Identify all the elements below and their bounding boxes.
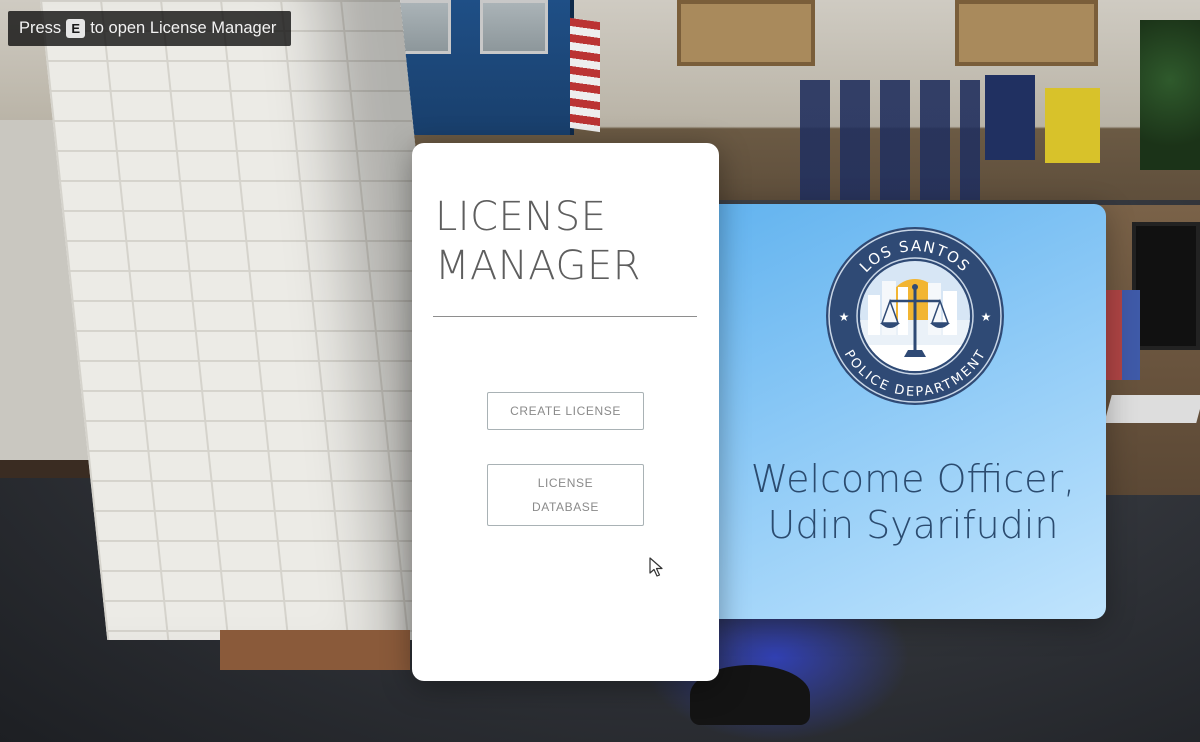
chair [985,75,1035,160]
binders [1104,290,1140,380]
noticeboard [955,0,1098,66]
officer-name: Udin Syarifudin [767,503,1059,547]
svg-text:★: ★ [981,310,992,324]
title-divider [433,316,697,317]
greeting-line: Welcome Officer, [750,457,1076,501]
welcome-card: ★ ★ LOS SANTOS POLICE DEPARTMENT Welcome… [706,204,1106,619]
keyboard [1104,395,1200,423]
hint-prefix: Press [19,19,62,37]
plant [1140,20,1200,170]
license-manager-panel: LICENSE MANAGER CREATE LICENSE LICENSE D… [412,143,719,681]
mouse-pointer-icon [649,557,663,577]
waiting-chairs [800,80,980,200]
welcome-greeting: Welcome Officer, Udin Syarifudin [720,456,1106,548]
interaction-hint: Press E to open License Manager [8,11,292,46]
hint-suffix: to open License Manager [90,19,277,37]
door-window [480,0,548,54]
page-title: LICENSE MANAGER [435,194,642,289]
tiled-pillar [40,0,468,640]
noticeboard [677,0,815,66]
trash-bin [1045,88,1100,163]
monitor [1132,222,1200,350]
svg-text:★: ★ [839,310,850,324]
create-license-button[interactable]: CREATE LICENSE [487,392,644,430]
license-database-button[interactable]: LICENSE DATABASE [487,464,644,526]
flag [570,17,600,133]
lspd-badge-icon: ★ ★ LOS SANTOS POLICE DEPARTMENT [826,227,1004,405]
pillar-base [220,630,410,670]
e-key-icon: E [66,19,86,38]
